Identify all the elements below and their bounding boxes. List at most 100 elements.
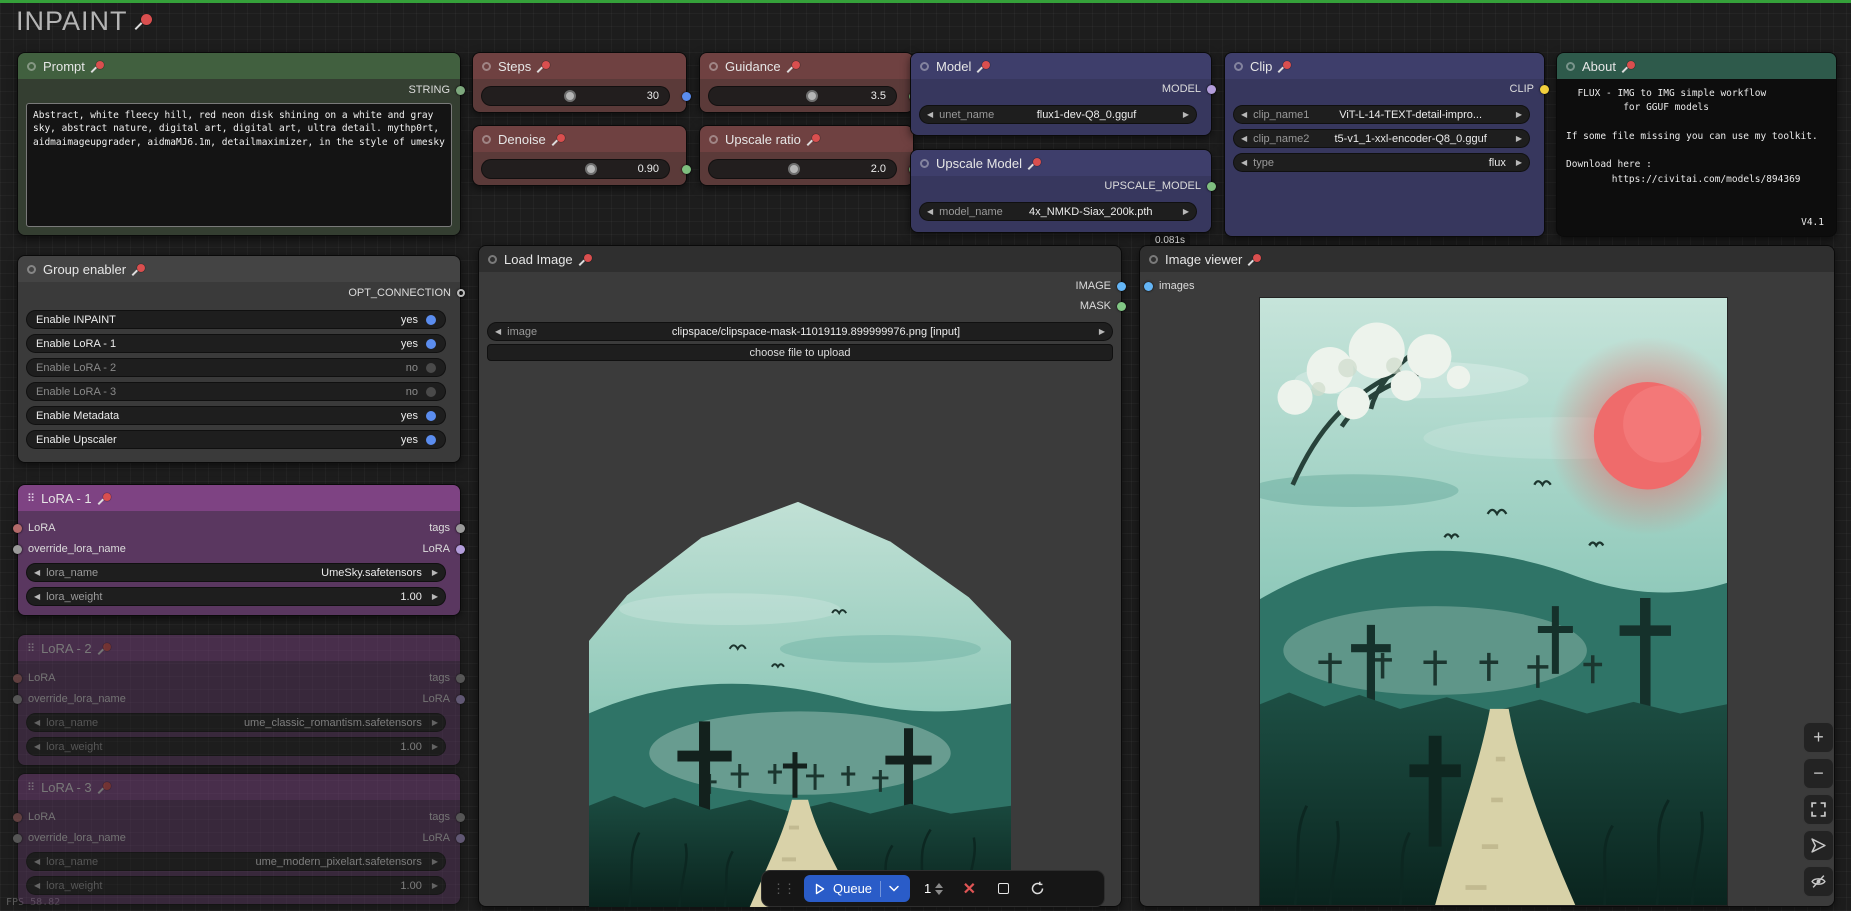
- input-slot-lora[interactable]: LoRA: [13, 520, 56, 536]
- node-header[interactable]: Guidance: [700, 53, 913, 79]
- stepper-left-arrow-icon[interactable]: ◀: [34, 882, 40, 890]
- node-prompt[interactable]: Prompt STRING Abstract, white fleecy hil…: [17, 52, 461, 236]
- combo-right-arrow-icon[interactable]: ▶: [432, 858, 438, 866]
- clip-name1-combo[interactable]: ◀ clip_name1 ViT-L-14-TEXT-detail-impro.…: [1233, 105, 1530, 124]
- select-mode-button[interactable]: [1803, 830, 1834, 861]
- node-header[interactable]: ⠿ LoRA - 3: [18, 774, 460, 800]
- image-file-combo[interactable]: ◀ image clipspace/clipspace-mask-1101911…: [487, 322, 1113, 341]
- node-header[interactable]: Group enabler: [18, 256, 460, 282]
- output-slot-lora[interactable]: LoRA: [422, 691, 465, 707]
- collapse-dot[interactable]: [709, 135, 718, 144]
- collapse-dot[interactable]: [1149, 255, 1158, 264]
- lora-name-combo[interactable]: ◀ lora_name UmeSky.safetensors ▶: [26, 563, 446, 582]
- clip-type-combo[interactable]: ◀ type flux ▶: [1233, 153, 1530, 172]
- node-header[interactable]: Steps: [473, 53, 686, 79]
- fit-view-button[interactable]: [1803, 794, 1834, 825]
- node-denoise[interactable]: Denoise 0.90: [472, 125, 687, 186]
- lora-output-dot[interactable]: [456, 695, 465, 704]
- toggle-enable-lora-1[interactable]: Enable LoRA - 1 yes: [26, 334, 446, 353]
- clip-name2-combo[interactable]: ◀ clip_name2 t5-v1_1-xxl-encoder-Q8_0.gg…: [1233, 129, 1530, 148]
- stepper-right-arrow-icon[interactable]: ▶: [432, 882, 438, 890]
- node-header[interactable]: Clip: [1225, 53, 1544, 79]
- output-slot-model[interactable]: MODEL: [1162, 81, 1216, 97]
- combo-right-arrow-icon[interactable]: ▶: [1516, 159, 1522, 167]
- tags-output-dot[interactable]: [456, 674, 465, 683]
- combo-left-arrow-icon[interactable]: ◀: [927, 111, 933, 119]
- refresh-button[interactable]: [1025, 877, 1049, 901]
- output-slot-lora[interactable]: LoRA: [422, 541, 465, 557]
- collapse-dot[interactable]: [482, 62, 491, 71]
- toggle-enable-lora-2[interactable]: Enable LoRA - 2 no: [26, 358, 446, 377]
- collapse-dot[interactable]: [27, 62, 36, 71]
- combo-right-arrow-icon[interactable]: ▶: [1516, 135, 1522, 143]
- output-slot-clip[interactable]: CLIP: [1510, 81, 1549, 97]
- node-header[interactable]: About: [1557, 53, 1836, 79]
- denoise-slider[interactable]: 0.90: [481, 159, 670, 179]
- zoom-out-button[interactable]: −: [1803, 758, 1834, 789]
- lora-input-dot[interactable]: [13, 674, 22, 683]
- stepper-right-arrow-icon[interactable]: ▶: [432, 743, 438, 751]
- node-load-image[interactable]: Load Image IMAGE MASK ◀ image clipspace/…: [478, 245, 1122, 907]
- node-header[interactable]: ⠿ LoRA - 1: [18, 485, 460, 511]
- images-input-dot[interactable]: [1144, 282, 1153, 291]
- drag-handle-icon[interactable]: ⋮⋮: [772, 881, 794, 897]
- collapse-dot[interactable]: [482, 135, 491, 144]
- combo-right-arrow-icon[interactable]: ▶: [432, 569, 438, 577]
- clip-output-dot[interactable]: [1540, 85, 1549, 94]
- slider-knob[interactable]: [806, 90, 818, 102]
- node-lora-1[interactable]: ⠿ LoRA - 1 LoRA tags override_lora_name …: [17, 484, 461, 616]
- node-lora-2[interactable]: ⠿ LoRA - 2 LoRA tags override_lora_name …: [17, 634, 461, 766]
- output-slot-upscale-model[interactable]: UPSCALE_MODEL: [1104, 178, 1216, 194]
- node-lora-3[interactable]: ⠿ LoRA - 3 LoRA tags override_lora_name …: [17, 773, 461, 905]
- lora-name-combo[interactable]: ◀ lora_name ume_classic_romantism.safete…: [26, 713, 446, 732]
- node-header[interactable]: Denoise: [473, 126, 686, 152]
- queue-count-input[interactable]: 1: [920, 879, 947, 898]
- toggle-dot[interactable]: [426, 387, 436, 397]
- node-header[interactable]: Model: [911, 53, 1211, 79]
- collapse-dot[interactable]: [920, 62, 929, 71]
- input-slot-override-lora-name[interactable]: override_lora_name: [13, 830, 126, 846]
- slider-knob[interactable]: [788, 163, 800, 175]
- opt-connection-output-dot[interactable]: [457, 289, 465, 297]
- output-slot-opt-connection[interactable]: OPT_CONNECTION: [348, 285, 465, 301]
- toggle-enable-inpaint[interactable]: Enable INPAINT yes: [26, 310, 446, 329]
- stepper-up-icon[interactable]: [935, 883, 943, 888]
- drag-handle-icon[interactable]: ⠿: [27, 642, 34, 655]
- node-upscale-model[interactable]: Upscale Model UPSCALE_MODEL ◀ model_name…: [910, 149, 1212, 233]
- mask-output-dot[interactable]: [1117, 302, 1126, 311]
- upscale-model-name-combo[interactable]: ◀ model_name 4x_NMKD-Siax_200k.pth ▶: [919, 202, 1197, 221]
- slider-knob[interactable]: [585, 163, 597, 175]
- output-slot-image[interactable]: IMAGE: [1076, 278, 1126, 294]
- output-slot-float[interactable]: [682, 161, 691, 177]
- image-output-dot[interactable]: [1117, 282, 1126, 291]
- toggle-enable-metadata[interactable]: Enable Metadata yes: [26, 406, 446, 425]
- collapse-dot[interactable]: [1566, 62, 1575, 71]
- upload-button[interactable]: choose file to upload: [487, 344, 1113, 361]
- toggle-enable-lora-3[interactable]: Enable LoRA - 3 no: [26, 382, 446, 401]
- drag-handle-icon[interactable]: ⠿: [27, 781, 34, 794]
- load-image-preview[interactable]: [589, 490, 1011, 907]
- node-steps[interactable]: Steps 30: [472, 52, 687, 113]
- prompt-textarea[interactable]: Abstract, white fleecy hill, red neon di…: [26, 103, 452, 227]
- output-slot-lora[interactable]: LoRA: [422, 830, 465, 846]
- combo-right-arrow-icon[interactable]: ▶: [1099, 328, 1105, 336]
- output-slot-tags[interactable]: tags: [429, 809, 465, 825]
- combo-left-arrow-icon[interactable]: ◀: [34, 858, 40, 866]
- graveyard-red-moon-image[interactable]: [1260, 298, 1727, 905]
- node-clip[interactable]: Clip CLIP ◀ clip_name1 ViT-L-14-TEXT-det…: [1224, 52, 1545, 237]
- drag-handle-icon[interactable]: ⠿: [27, 492, 34, 505]
- combo-left-arrow-icon[interactable]: ◀: [1241, 111, 1247, 119]
- toggle-dot[interactable]: [426, 411, 436, 421]
- combo-right-arrow-icon[interactable]: ▶: [1183, 111, 1189, 119]
- queue-button[interactable]: Queue: [804, 875, 910, 902]
- collapse-dot[interactable]: [1234, 62, 1243, 71]
- combo-right-arrow-icon[interactable]: ▶: [1516, 111, 1522, 119]
- int-output-dot[interactable]: [682, 92, 691, 101]
- stepper-icons[interactable]: [935, 883, 943, 895]
- combo-left-arrow-icon[interactable]: ◀: [1241, 159, 1247, 167]
- toggle-enable-upscaler[interactable]: Enable Upscaler yes: [26, 430, 446, 449]
- combo-left-arrow-icon[interactable]: ◀: [495, 328, 501, 336]
- input-slot-images[interactable]: images: [1144, 278, 1194, 294]
- lora-weight-stepper[interactable]: ◀ lora_weight 1.00 ▶: [26, 737, 446, 756]
- output-slot-mask[interactable]: MASK: [1080, 298, 1126, 314]
